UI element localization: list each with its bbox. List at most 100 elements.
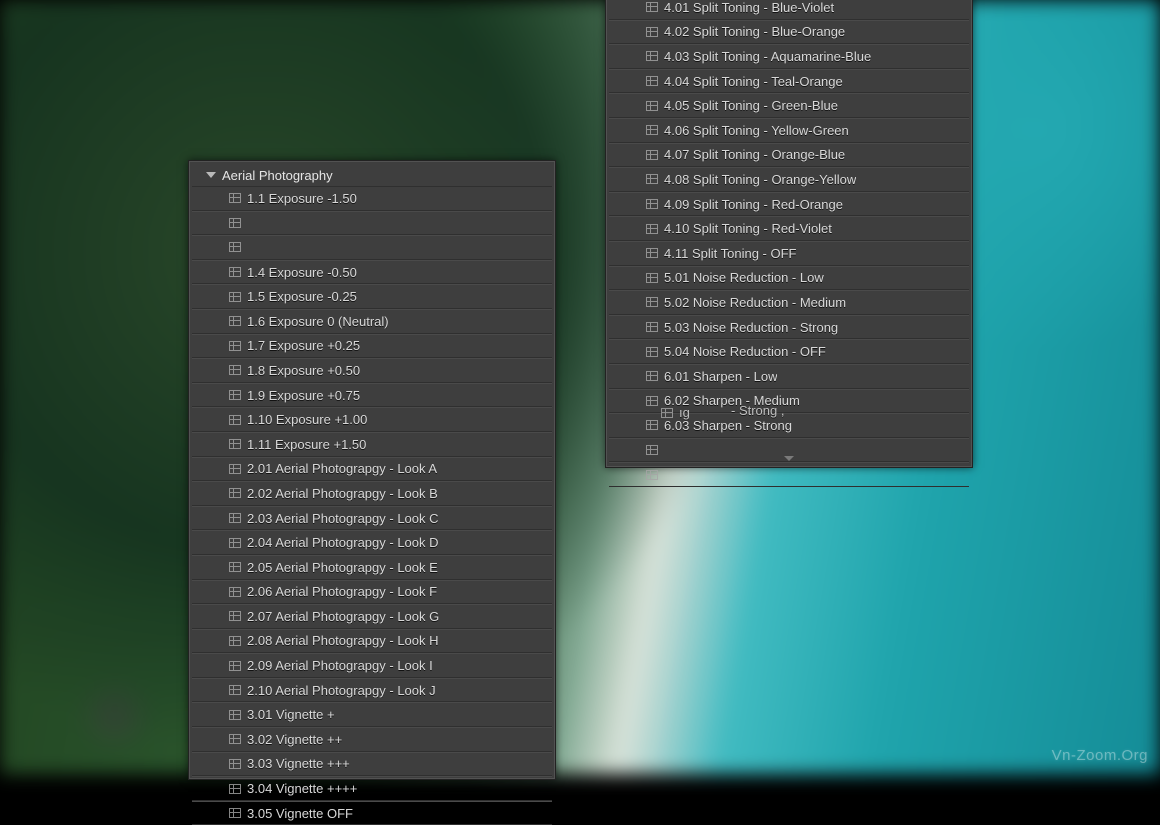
preset-label: 1.5 Exposure -0.25: [247, 289, 357, 304]
preset-icon: [229, 365, 241, 375]
preset-label: 2.05 Aerial Photograpgy - Look E: [247, 560, 438, 575]
preset-item[interactable]: 4.09 Split Toning - Red-Orange: [609, 192, 969, 217]
preset-label: 4.11 Split Toning - OFF: [664, 246, 796, 261]
preset-item[interactable]: 4.03 Split Toning - Aquamarine-Blue: [609, 44, 969, 69]
preset-label: 4.08 Split Toning - Orange-Yellow: [664, 172, 856, 187]
preset-icon: [646, 150, 658, 160]
preset-icon: [229, 316, 241, 326]
background-image: [0, 0, 1160, 774]
preset-label: 2.03 Aerial Photograpgy - Look C: [247, 511, 439, 526]
preset-label: 2.09 Aerial Photograpgy - Look I: [247, 658, 433, 673]
preset-item[interactable]: 5.01 Noise Reduction - Low: [609, 266, 969, 291]
preset-item[interactable]: 2.06 Aerial Photograpgy - Look F: [192, 580, 552, 605]
preset-item[interactable]: 4.07 Split Toning - Orange-Blue: [609, 143, 969, 168]
preset-item[interactable]: 4.10 Split Toning - Red-Violet: [609, 216, 969, 241]
ghost-text-b: - Strong ,: [731, 403, 784, 418]
preset-label: 1.8 Exposure +0.50: [247, 363, 360, 378]
preset-item[interactable]: 4.04 Split Toning - Teal-Orange: [609, 69, 969, 94]
preset-item[interactable]: 2.01 Aerial Photograpgy - Look A: [192, 457, 552, 482]
preset-item[interactable]: 6.01 Sharpen - Low: [609, 364, 969, 389]
preset-label: 1.1 Exposure -1.50: [247, 191, 357, 206]
preset-label: 4.01 Split Toning - Blue-Violet: [664, 0, 834, 15]
preset-panel-right: 4.01 Split Toning - Blue-Violet 4.02 Spli…: [605, 0, 973, 468]
preset-icon: [229, 636, 241, 646]
ghost-row-fragment: ıg: [661, 405, 690, 420]
preset-item[interactable]: 1.3 Exposure -0.75: [192, 235, 552, 260]
preset-label: 6.01 Sharpen - Low: [664, 369, 777, 384]
preset-item[interactable]: 2.02 Aerial Photograpgy - Look B: [192, 481, 552, 506]
preset-icon: [229, 193, 241, 203]
preset-item[interactable]: 4.05 Split Toning - Green-Blue: [609, 93, 969, 118]
preset-icon: [229, 242, 241, 252]
preset-item[interactable]: 3.02 Vignette ++: [192, 727, 552, 752]
preset-icon: [646, 470, 658, 480]
preset-icon: [661, 408, 673, 418]
preset-item[interactable]: 1.11 Exposure +1.50: [192, 432, 552, 457]
preset-label: 5.01 Noise Reduction - Low: [664, 270, 824, 285]
preset-icon: [229, 390, 241, 400]
preset-icon: [229, 218, 241, 228]
preset-label: 2.01 Aerial Photograpgy - Look A: [247, 461, 437, 476]
disclosure-triangle-icon: [206, 172, 216, 178]
preset-item[interactable]: 4.11 Split Toning - OFF: [609, 241, 969, 266]
preset-item[interactable]: 4.02 Split Toning - Blue-Orange: [609, 20, 969, 45]
preset-icon: [646, 396, 658, 406]
preset-icon: [646, 199, 658, 209]
preset-icon: [646, 371, 658, 381]
preset-item[interactable]: 1.7 Exposure +0.25: [192, 334, 552, 359]
preset-item[interactable]: 5.02 Noise Reduction - Medium: [609, 290, 969, 315]
preset-item[interactable]: 4.01 Split Toning - Blue-Violet: [609, 0, 969, 20]
preset-label: 1.11 Exposure +1.50: [247, 437, 366, 452]
preset-item[interactable]: [609, 462, 969, 487]
preset-label: 2.06 Aerial Photograpgy - Look F: [247, 584, 437, 599]
preset-item[interactable]: 2.05 Aerial Photograpgy - Look E: [192, 555, 552, 580]
preset-item[interactable]: 2.04 Aerial Photograpgy - Look D: [192, 530, 552, 555]
preset-item[interactable]: 2.03 Aerial Photograpgy - Look C: [192, 506, 552, 531]
ghost-row-fragment-b: - Strong ,: [731, 403, 784, 418]
preset-item[interactable]: 5.04 Noise Reduction - OFF: [609, 339, 969, 364]
preset-item[interactable]: 3.03 Vignette +++: [192, 752, 552, 777]
preset-item[interactable]: 1.5 Exposure -0.25: [192, 284, 552, 309]
preset-item[interactable]: 3.05 Vignette OFF: [192, 801, 552, 825]
preset-item[interactable]: 2.08 Aerial Photograpgy - Look H: [192, 629, 552, 654]
preset-icon: [646, 2, 658, 12]
preset-item[interactable]: 4.08 Split Toning - Orange-Yellow: [609, 167, 969, 192]
scroll-down-arrow-icon[interactable]: [784, 456, 794, 461]
preset-icon: [229, 267, 241, 277]
preset-item[interactable]: 4.06 Split Toning - Yellow-Green: [609, 118, 969, 143]
preset-icon: [229, 464, 241, 474]
preset-item[interactable]: 3.04 Vignette ++++: [192, 776, 552, 801]
preset-label: 1.4 Exposure -0.50: [247, 265, 357, 280]
preset-item[interactable]: 2.10 Aerial Photograpgy - Look J: [192, 678, 552, 703]
preset-icon: [229, 341, 241, 351]
preset-label: 1.6 Exposure 0 (Neutral): [247, 314, 389, 329]
preset-label: 4.03 Split Toning - Aquamarine-Blue: [664, 49, 871, 64]
preset-icon: [229, 562, 241, 572]
preset-icon: [229, 587, 241, 597]
preset-label: 4.05 Split Toning - Green-Blue: [664, 98, 838, 113]
preset-icon: [646, 322, 658, 332]
preset-item[interactable]: 5.03 Noise Reduction - Strong: [609, 315, 969, 340]
preset-icon: [646, 76, 658, 86]
preset-icon: [646, 347, 658, 357]
preset-folder-header[interactable]: Aerial Photography: [192, 164, 552, 187]
preset-label: 5.03 Noise Reduction - Strong: [664, 320, 838, 335]
preset-item[interactable]: 1.1 Exposure -1.50: [192, 187, 552, 211]
preset-icon: [646, 248, 658, 258]
preset-icon: [229, 734, 241, 744]
preset-item[interactable]: 1.8 Exposure +0.50: [192, 358, 552, 383]
preset-item[interactable]: 3.01 Vignette +: [192, 702, 552, 727]
preset-icon: [646, 273, 658, 283]
preset-label: 6.03 Sharpen - Strong: [664, 418, 792, 433]
preset-item[interactable]: 1.2 Exposure -1.25: [192, 211, 552, 236]
preset-item[interactable]: 1.10 Exposure +1.00: [192, 407, 552, 432]
preset-item[interactable]: 1.6 Exposure 0 (Neutral): [192, 309, 552, 334]
preset-item[interactable]: 1.9 Exposure +0.75: [192, 383, 552, 408]
preset-icon: [646, 174, 658, 184]
preset-label: 4.09 Split Toning - Red-Orange: [664, 197, 843, 212]
preset-label: 3.01 Vignette +: [247, 707, 335, 722]
preset-item[interactable]: 1.4 Exposure -0.50: [192, 260, 552, 285]
preset-label: 4.04 Split Toning - Teal-Orange: [664, 74, 843, 89]
preset-item[interactable]: 2.09 Aerial Photograpgy - Look I: [192, 653, 552, 678]
preset-item[interactable]: 2.07 Aerial Photograpgy - Look G: [192, 604, 552, 629]
